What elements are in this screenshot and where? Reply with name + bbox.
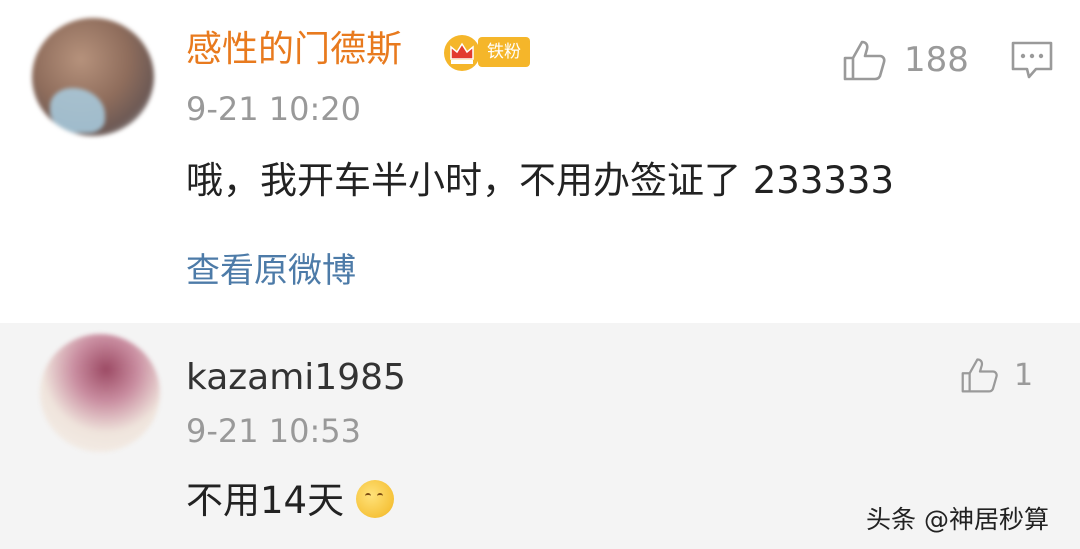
shushing-face-emoji bbox=[356, 479, 395, 518]
like-button[interactable]: 188 bbox=[842, 38, 969, 82]
avatar[interactable] bbox=[32, 18, 154, 136]
like-button[interactable]: 1 bbox=[960, 356, 1033, 394]
comment-time: 9-21 10:53 bbox=[186, 412, 362, 450]
username[interactable]: 感性的门德斯 bbox=[186, 30, 402, 70]
fan-badge: 铁粉 bbox=[478, 37, 530, 67]
comment-text: 不用14天 bbox=[186, 479, 345, 522]
crown-icon bbox=[444, 35, 480, 71]
comment-card-1: 感性的门德斯 铁粉 9-21 10:20 哦，我开车半小时，不用办签证了 233… bbox=[0, 0, 1080, 323]
comment-text: 哦，我开车半小时，不用办签证了 233333 bbox=[186, 159, 895, 202]
comment-time: 9-21 10:20 bbox=[186, 90, 362, 128]
comment-text-row: 不用14天 bbox=[186, 470, 395, 524]
thumbs-up-icon bbox=[961, 358, 998, 393]
comment-icon[interactable] bbox=[1010, 40, 1054, 80]
username[interactable]: kazami1985 bbox=[186, 358, 406, 398]
like-count: 1 bbox=[1014, 357, 1034, 393]
thumbs-up-icon bbox=[843, 40, 886, 81]
watermark: 头条 @神居秒算 bbox=[866, 505, 1049, 534]
view-original-link[interactable]: 查看原微博 bbox=[186, 243, 356, 292]
like-count: 188 bbox=[904, 40, 969, 80]
avatar[interactable] bbox=[40, 334, 160, 452]
